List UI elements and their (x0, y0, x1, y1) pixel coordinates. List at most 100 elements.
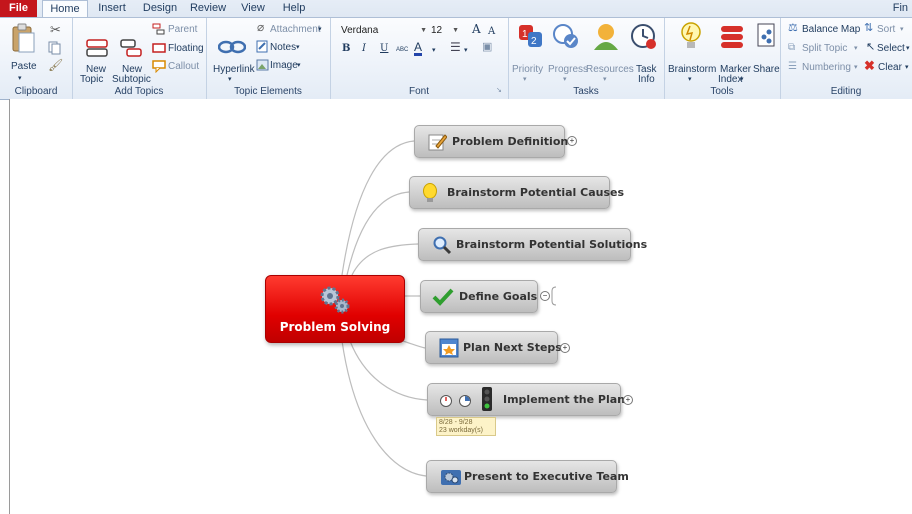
resources-dropdown-arrow[interactable]: ▾ (603, 74, 607, 85)
topic-brainstorm-solutions[interactable]: Brainstorm Potential Solutions (418, 228, 647, 261)
numbering-label[interactable]: Numbering (802, 62, 851, 73)
resources-icon[interactable] (592, 22, 620, 50)
priority-label[interactable]: Priority (512, 64, 543, 75)
clear-dropdown-arrow[interactable]: ▾ (905, 62, 909, 73)
balance-map-label[interactable]: Balance Map (802, 24, 860, 35)
paste-label[interactable]: Paste (11, 61, 37, 72)
font-size-select[interactable]: 12 ▼ (428, 23, 462, 38)
hyperlink-dropdown-arrow[interactable]: ▾ (228, 74, 232, 85)
new-topic-icon[interactable] (86, 38, 108, 58)
clear-icon[interactable]: ✖ (864, 59, 875, 72)
central-topic[interactable]: Problem Solving (265, 275, 405, 343)
share-label[interactable]: Share (753, 64, 780, 75)
progress-icon[interactable] (552, 23, 580, 49)
topic-problem-definition[interactable]: Problem Definition (414, 125, 568, 158)
format-painter-icon[interactable]: 🖌 (48, 59, 63, 71)
tab-review[interactable]: Review (188, 0, 228, 17)
attachment-dropdown-arrow[interactable]: ▾ (318, 24, 322, 35)
brainstorm-dropdown-arrow[interactable]: ▾ (688, 74, 692, 85)
parent-label[interactable]: Parent (168, 24, 197, 35)
hyperlink-icon[interactable] (218, 40, 246, 54)
font-color-dropdown-arrow[interactable]: ▾ (432, 45, 436, 56)
notes-dropdown-arrow[interactable]: ▾ (296, 42, 300, 53)
priority-dropdown-arrow[interactable]: ▾ (523, 74, 527, 85)
paste-dropdown-arrow[interactable]: ▾ (18, 73, 22, 84)
topic-brainstorm-causes[interactable]: Brainstorm Potential Causes (409, 176, 624, 209)
marker-index-dropdown-arrow[interactable]: ▾ (740, 74, 744, 85)
tab-design[interactable]: Design (140, 0, 180, 17)
select-label[interactable]: Select (877, 43, 905, 54)
grow-font-button[interactable]: A (472, 23, 481, 35)
task-info-label-2[interactable]: Info (638, 74, 655, 85)
image-icon[interactable] (256, 59, 269, 72)
expand-toggle[interactable]: + (560, 343, 570, 353)
group-topic-elements: Hyperlink ▾ ⌀ Attachment ▾ Notes ▾ Image… (206, 18, 331, 99)
format-topic-icon[interactable]: ▣ (482, 42, 492, 53)
priority-icon[interactable]: 1 2 (518, 23, 544, 49)
tab-insert[interactable]: Insert (93, 0, 131, 17)
attachment-label[interactable]: Attachment (270, 24, 321, 35)
progress-label[interactable]: Progress (548, 64, 588, 75)
floating-label[interactable]: Floating (168, 43, 204, 54)
select-icon[interactable]: ↖ (866, 42, 875, 53)
new-topic-label-2[interactable]: Topic (80, 74, 103, 85)
paste-icon[interactable] (10, 23, 36, 55)
split-topic-dropdown-arrow[interactable]: ▾ (854, 43, 858, 54)
split-topic-icon[interactable]: ⧉ (788, 42, 795, 53)
notes-label[interactable]: Notes (270, 42, 296, 53)
sort-icon[interactable]: ⇅ (864, 23, 873, 34)
marker-index-icon[interactable] (720, 24, 744, 50)
align-icon[interactable]: ☰ (450, 41, 461, 53)
select-dropdown-arrow[interactable]: ▾ (906, 43, 910, 54)
hyperlink-label[interactable]: Hyperlink (213, 64, 255, 75)
small-caps-button[interactable]: ABC (396, 45, 408, 56)
callout-label[interactable]: Callout (168, 61, 199, 72)
tab-view[interactable]: View (238, 0, 268, 17)
parent-icon[interactable] (152, 23, 166, 35)
brainstorm-icon[interactable] (680, 21, 702, 51)
expand-toggle[interactable]: + (567, 136, 577, 146)
bold-button[interactable]: B (342, 43, 350, 54)
map-canvas[interactable]: Problem Solving Problem Definition + Bra… (9, 99, 912, 514)
topic-label: Define Goals (459, 290, 538, 303)
balance-map-icon[interactable]: ⚖ (788, 23, 798, 34)
share-icon[interactable] (756, 23, 776, 49)
underline-button[interactable]: U (380, 43, 388, 54)
shrink-font-button[interactable]: A (488, 26, 495, 37)
topic-define-goals[interactable]: Define Goals (420, 280, 538, 313)
numbering-icon[interactable]: ☰ (788, 61, 797, 72)
progress-dropdown-arrow[interactable]: ▾ (563, 74, 567, 85)
notepad-pencil-icon (428, 134, 447, 151)
new-subtopic-icon[interactable] (120, 38, 142, 58)
clear-label[interactable]: Clear (878, 62, 902, 73)
align-dropdown-arrow[interactable]: ▾ (464, 45, 468, 56)
cut-icon[interactable]: ✂ (50, 23, 61, 36)
callout-icon[interactable] (152, 60, 166, 73)
marker-index-label-2[interactable]: Index (718, 74, 742, 85)
topic-present-executive[interactable]: Present to Executive Team (426, 460, 629, 493)
topic-plan-next-steps[interactable]: Plan Next Steps (425, 331, 562, 364)
tab-home[interactable]: Home (42, 0, 88, 18)
image-dropdown-arrow[interactable]: ▾ (297, 60, 301, 71)
topic-implement-plan[interactable]: Implement the Plan (427, 383, 625, 416)
expand-toggle[interactable]: + (623, 395, 633, 405)
task-info-icon[interactable] (630, 23, 658, 51)
numbering-dropdown-arrow[interactable]: ▾ (854, 62, 858, 73)
image-label[interactable]: Image (270, 60, 298, 71)
split-topic-label[interactable]: Split Topic (802, 43, 847, 54)
resources-label[interactable]: Resources (586, 64, 634, 75)
brainstorm-label[interactable]: Brainstorm (668, 64, 716, 75)
attachment-icon[interactable]: ⌀ (257, 21, 264, 33)
sort-dropdown-arrow[interactable]: ▾ (900, 24, 904, 35)
font-color-button[interactable]: A (414, 41, 423, 56)
tab-file[interactable]: File (0, 0, 37, 17)
notes-icon[interactable] (256, 40, 269, 53)
floating-icon[interactable] (152, 42, 166, 54)
new-subtopic-label-2[interactable]: Subtopic (112, 74, 151, 85)
copy-icon[interactable] (48, 41, 62, 55)
tab-help[interactable]: Help (280, 0, 308, 17)
italic-button[interactable]: I (362, 43, 366, 54)
font-family-select[interactable]: Verdana ▼ (338, 23, 430, 38)
sort-label[interactable]: Sort (877, 24, 895, 35)
collapse-toggle[interactable]: − (540, 291, 550, 301)
